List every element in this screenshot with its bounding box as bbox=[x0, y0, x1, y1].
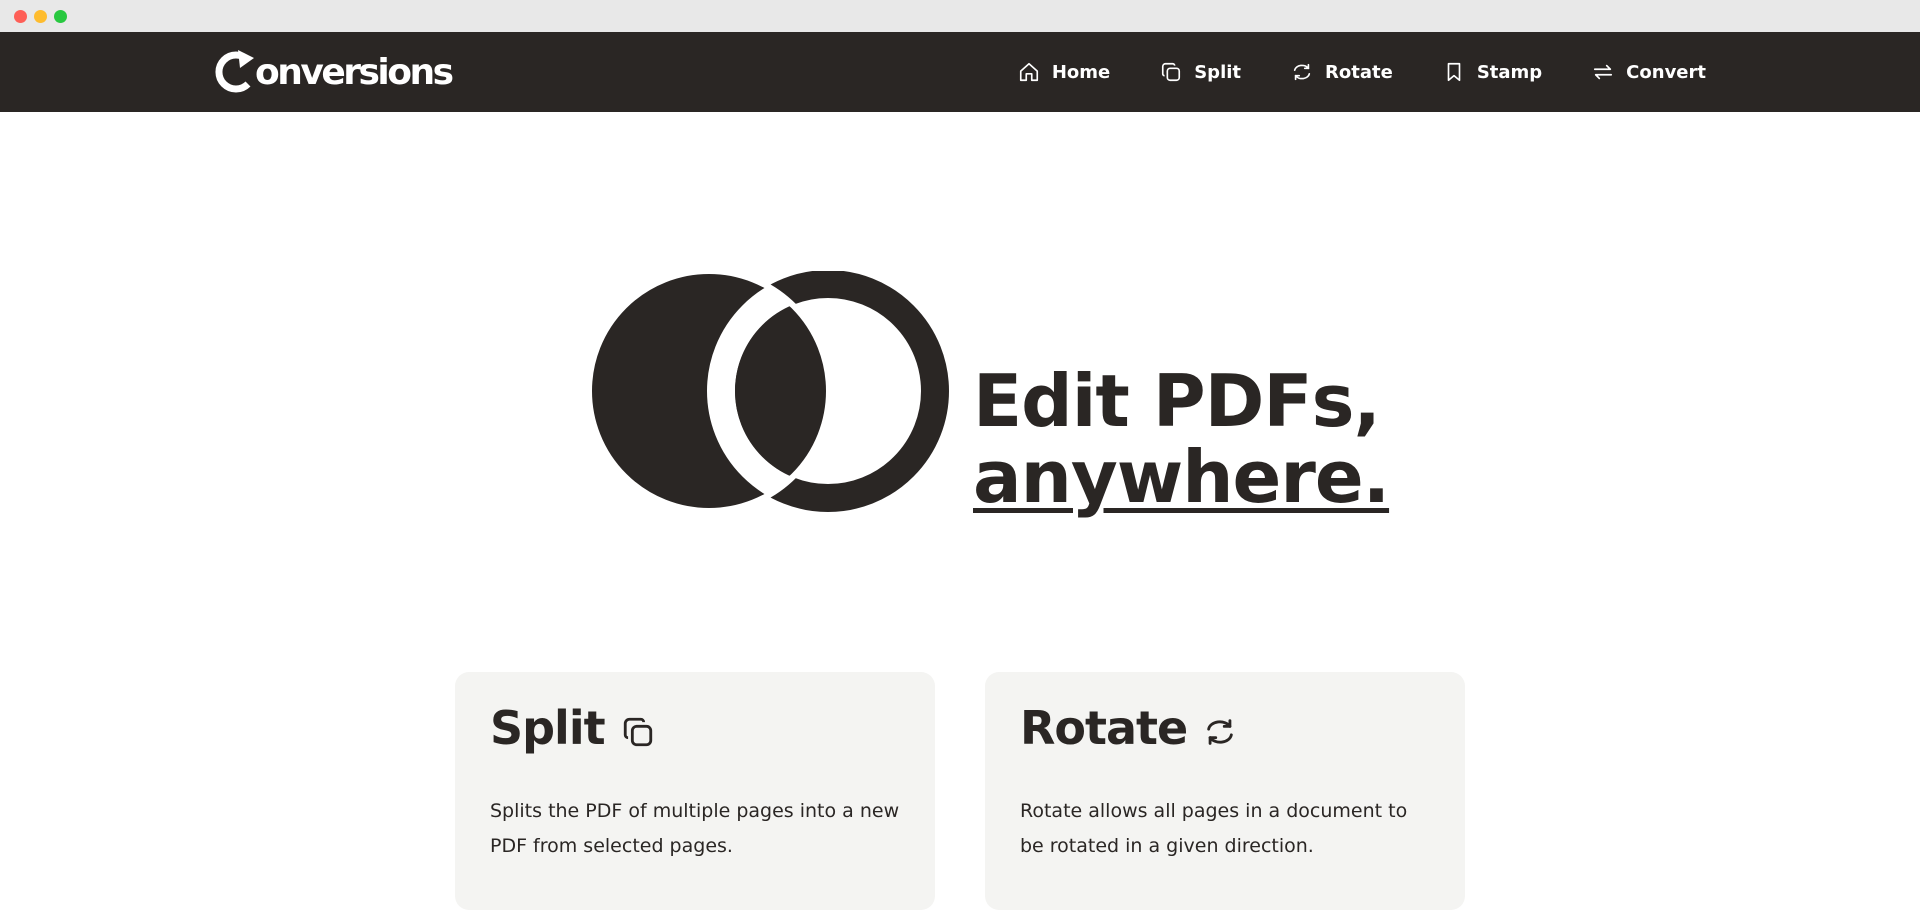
navbar: onversions Home Split Rotate Stamp Conve… bbox=[0, 32, 1920, 112]
bookmark-icon bbox=[1443, 61, 1465, 83]
card-description: Rotate allows all pages in a document to… bbox=[1020, 800, 1408, 857]
nav-item-label: Stamp bbox=[1476, 61, 1543, 83]
card-description: Splits the PDF of multiple pages into a … bbox=[490, 800, 900, 857]
hero-title-line1: Edit PDFs, bbox=[973, 359, 1381, 444]
arrows-exchange-icon bbox=[1592, 61, 1614, 83]
brand-logo[interactable]: onversions bbox=[214, 47, 454, 97]
nav-item-label: Rotate bbox=[1325, 61, 1393, 83]
overlapping-circles-graphic bbox=[586, 268, 950, 519]
feature-card-split[interactable]: Split Splits the PDF of multiple pages i… bbox=[455, 672, 935, 910]
card-title: Rotate bbox=[1020, 701, 1188, 755]
nav-item-home[interactable]: Home bbox=[1018, 61, 1110, 83]
nav-item-stamp[interactable]: Stamp bbox=[1443, 61, 1542, 83]
home-icon bbox=[1018, 61, 1040, 83]
rotate-icon bbox=[1203, 715, 1237, 749]
nav-item-label: Home bbox=[1051, 61, 1111, 83]
copy-icon bbox=[1160, 61, 1182, 83]
feature-card-rotate[interactable]: Rotate Rotate allows all pages in a docu… bbox=[985, 672, 1465, 910]
maximize-window-button[interactable] bbox=[54, 10, 67, 23]
rotate-icon bbox=[1291, 61, 1313, 83]
card-title: Split bbox=[490, 701, 606, 755]
nav-item-rotate[interactable]: Rotate bbox=[1291, 61, 1393, 83]
hero-title-line2: anywhere. bbox=[973, 435, 1390, 520]
minimize-window-button[interactable] bbox=[34, 10, 47, 23]
nav-item-split[interactable]: Split bbox=[1160, 61, 1241, 83]
nav-item-label: Convert bbox=[1626, 61, 1706, 83]
close-window-button[interactable] bbox=[14, 10, 27, 23]
window-chrome bbox=[0, 0, 1920, 32]
brand-name: onversions bbox=[255, 51, 454, 93]
nav-item-convert[interactable]: Convert bbox=[1592, 61, 1706, 83]
hero-title: Edit PDFs, anywhere. bbox=[973, 359, 1390, 520]
main-nav: Home Split Rotate Stamp Convert bbox=[1018, 32, 1706, 112]
nav-item-label: Split bbox=[1194, 61, 1242, 83]
copy-icon bbox=[621, 715, 655, 749]
refresh-c-icon bbox=[214, 48, 258, 96]
